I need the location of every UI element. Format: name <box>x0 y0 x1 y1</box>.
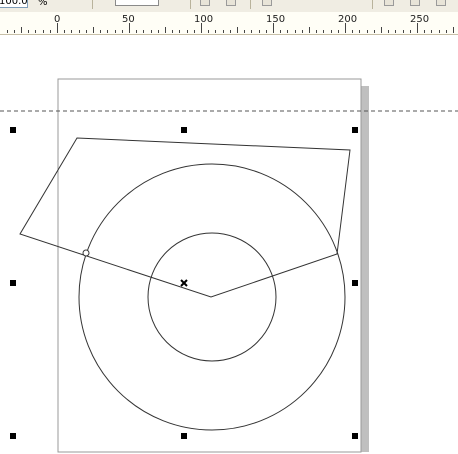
toolbar-separator <box>190 0 191 9</box>
handle-top-center[interactable] <box>181 127 187 133</box>
ruler-label-0: 0 <box>54 14 61 25</box>
ruler-label-50: 50 <box>122 14 135 25</box>
handle-top-left[interactable] <box>10 127 16 133</box>
ruler-label-250: 250 <box>410 14 430 25</box>
toolbar-separator <box>250 0 251 9</box>
horizontal-ruler[interactable]: 0 50 100 150 200 250 <box>0 12 458 35</box>
toolbar-button[interactable] <box>410 0 420 6</box>
ruler-label-100: 100 <box>194 14 214 25</box>
ruler-label-200: 200 <box>338 14 358 25</box>
property-field[interactable] <box>115 0 159 6</box>
ruler-label-150: 150 <box>266 14 286 25</box>
handle-bottom-right[interactable] <box>352 433 358 439</box>
handle-bottom-center[interactable] <box>181 433 187 439</box>
handle-bottom-left[interactable] <box>10 433 16 439</box>
artwork <box>0 78 458 453</box>
toolbar-button[interactable] <box>262 0 272 6</box>
handle-middle-right[interactable] <box>352 280 358 286</box>
toolbar-button[interactable] <box>436 0 446 6</box>
node-circle-icon[interactable] <box>82 249 90 257</box>
toolbar-button[interactable] <box>200 0 210 6</box>
handle-middle-left[interactable] <box>10 280 16 286</box>
ruler-ticks <box>7 23 454 33</box>
page-shadow <box>361 86 369 452</box>
handle-top-right[interactable] <box>352 127 358 133</box>
toolbar-button[interactable] <box>384 0 394 6</box>
toolbar-separator <box>372 0 373 9</box>
zoom-unit-label: % <box>38 0 48 8</box>
drawing-canvas[interactable] <box>0 35 458 454</box>
toolbar-separator <box>92 0 93 9</box>
zoom-input[interactable]: 100.0 <box>0 0 28 8</box>
page-border <box>57 78 362 453</box>
toolbar-button[interactable] <box>226 0 236 6</box>
